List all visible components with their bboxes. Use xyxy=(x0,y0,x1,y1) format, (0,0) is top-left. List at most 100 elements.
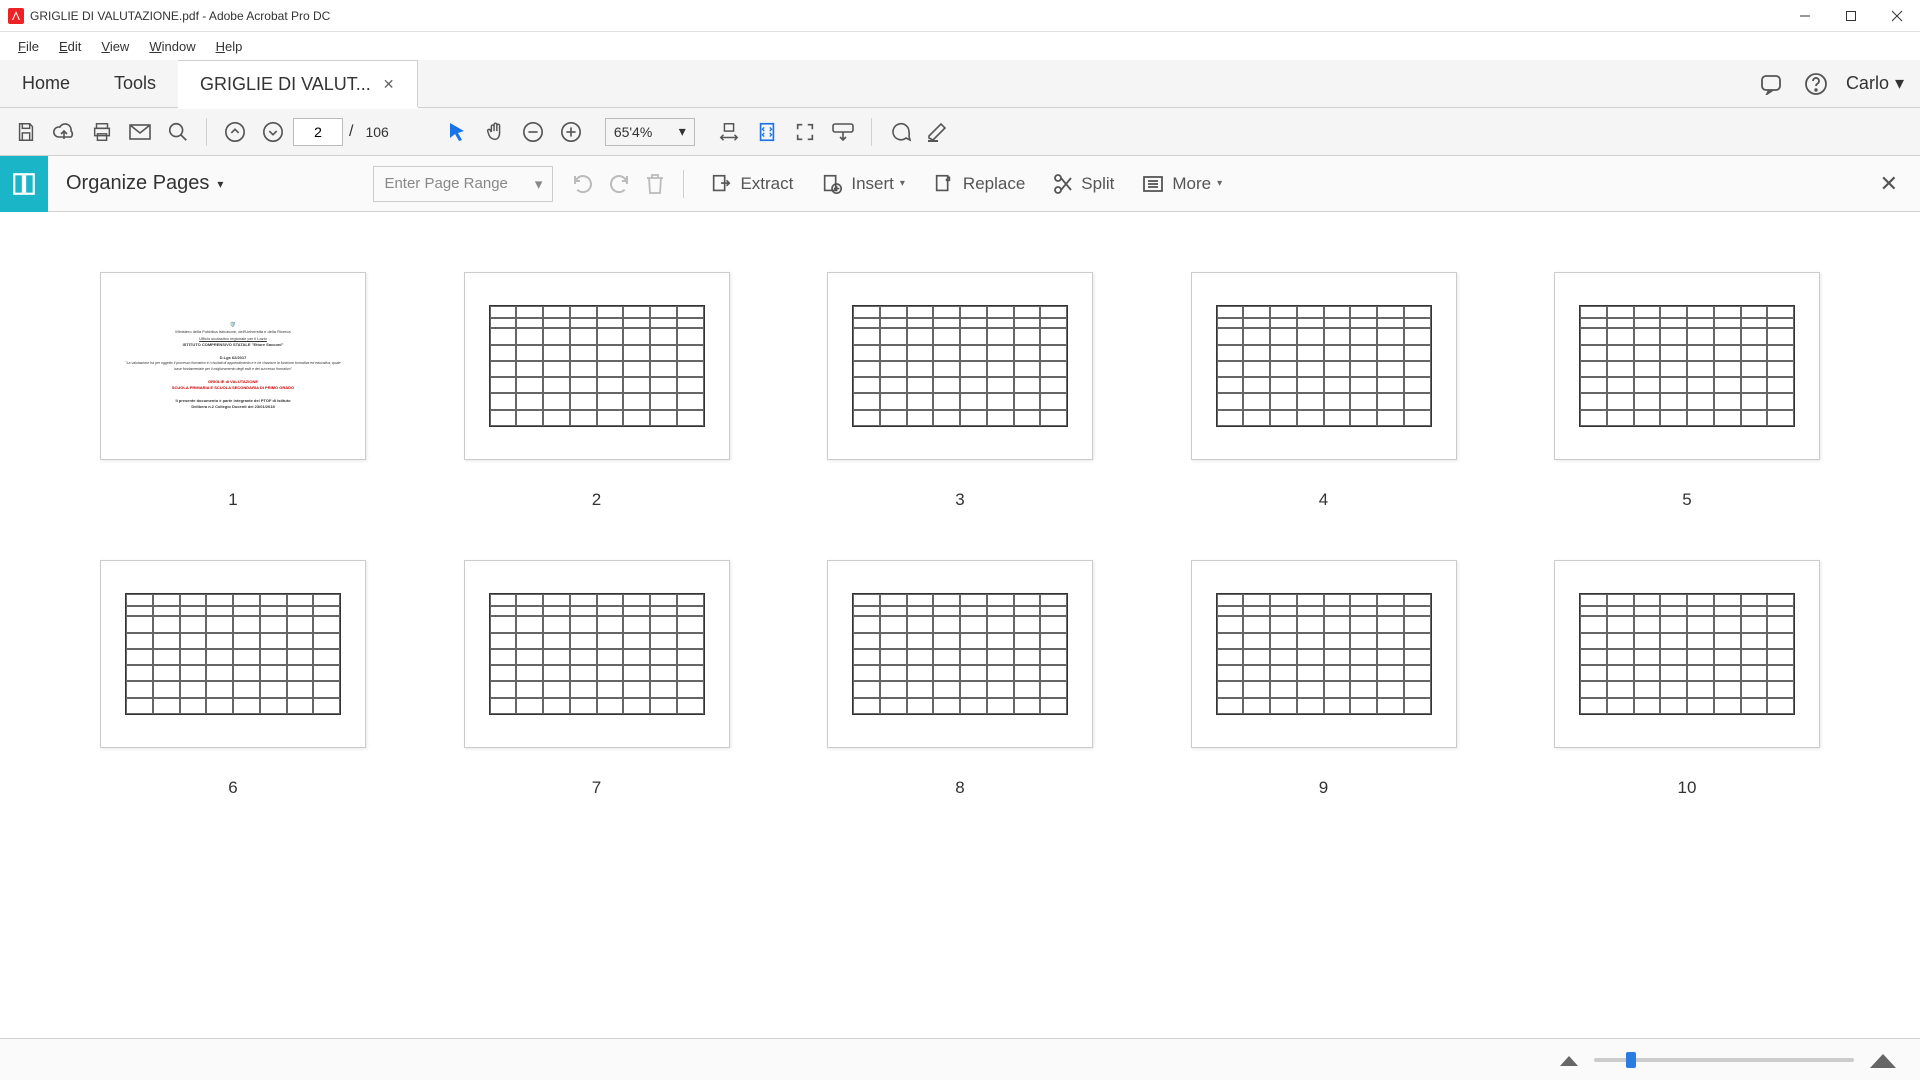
thumb-number: 7 xyxy=(592,778,601,798)
save-icon[interactable] xyxy=(8,114,44,150)
fit-width-icon[interactable] xyxy=(711,114,747,150)
print-icon[interactable] xyxy=(84,114,120,150)
thumb-cell: 9 xyxy=(1191,560,1457,798)
extract-label: Extract xyxy=(740,174,793,194)
insert-button[interactable]: Insert ▾ xyxy=(809,166,917,202)
page-range-input[interactable]: Enter Page Range ▾ xyxy=(373,166,553,202)
fit-page-icon[interactable] xyxy=(749,114,785,150)
maximize-button[interactable] xyxy=(1828,0,1874,32)
page-thumb-9[interactable] xyxy=(1191,560,1457,748)
page-grid-container: 🛡️ Ministero della Pubblica Istruzione, … xyxy=(0,212,1920,1038)
page-grid[interactable]: 🛡️ Ministero della Pubblica Istruzione, … xyxy=(0,212,1920,1038)
comment-icon[interactable] xyxy=(882,114,918,150)
tab-document[interactable]: GRIGLIE DI VALUT... ✕ xyxy=(178,60,417,107)
organize-title: Organize Pages xyxy=(66,172,209,195)
split-button[interactable]: Split xyxy=(1041,166,1126,202)
thumb-number: 6 xyxy=(228,778,237,798)
menu-window[interactable]: Window xyxy=(141,37,203,56)
page-number-input[interactable] xyxy=(293,118,343,146)
thumb-small-icon[interactable] xyxy=(1560,1054,1578,1066)
email-icon[interactable] xyxy=(122,114,158,150)
page-thumb-6[interactable] xyxy=(100,560,366,748)
more-button[interactable]: More ▾ xyxy=(1130,166,1234,202)
thumb-number: 3 xyxy=(955,490,964,510)
organize-title-dropdown[interactable]: Organize Pages ▾ xyxy=(66,172,223,195)
thumb-number: 9 xyxy=(1319,778,1328,798)
thumb-cell: 7 xyxy=(464,560,730,798)
statusbar xyxy=(0,1038,1920,1080)
window-title: GRIGLIE DI VALUTAZIONE.pdf - Adobe Acrob… xyxy=(30,9,1782,23)
thumb-number: 2 xyxy=(592,490,601,510)
rotate-right-icon[interactable] xyxy=(601,166,637,202)
toolbar: / 106 65'4% ▾ xyxy=(0,108,1920,156)
title-page-content: 🛡️ Ministero della Pubblica Istruzione, … xyxy=(125,321,341,410)
page-thumb-10[interactable] xyxy=(1554,560,1820,748)
thumb-cell: 6 xyxy=(100,560,366,798)
highlight-icon[interactable] xyxy=(920,114,956,150)
page-down-icon[interactable] xyxy=(255,114,291,150)
page-separator: / xyxy=(349,123,353,141)
page-thumb-4[interactable] xyxy=(1191,272,1457,460)
chevron-down-icon: ▾ xyxy=(1217,178,1222,189)
hand-tool-icon[interactable] xyxy=(477,114,513,150)
chevron-down-icon: ▾ xyxy=(900,178,905,189)
replace-button[interactable]: Replace xyxy=(921,166,1037,202)
search-icon[interactable] xyxy=(160,114,196,150)
user-name: Carlo xyxy=(1846,73,1889,94)
menu-help[interactable]: Help xyxy=(208,37,251,56)
extract-button[interactable]: Extract xyxy=(698,166,805,202)
thumb-number: 10 xyxy=(1678,778,1697,798)
page-thumb-8[interactable] xyxy=(827,560,1093,748)
page-thumb-7[interactable] xyxy=(464,560,730,748)
titlebar: GRIGLIE DI VALUTAZIONE.pdf - Adobe Acrob… xyxy=(0,0,1920,32)
page-up-icon[interactable] xyxy=(217,114,253,150)
fullscreen-icon[interactable] xyxy=(787,114,823,150)
tab-tools[interactable]: Tools xyxy=(92,60,178,107)
zoom-out-icon[interactable] xyxy=(515,114,551,150)
rotate-left-icon[interactable] xyxy=(565,166,601,202)
notifications-icon[interactable] xyxy=(1760,73,1786,95)
thumb-cell: 4 xyxy=(1191,272,1457,510)
page-range-placeholder: Enter Page Range xyxy=(384,175,507,192)
organize-toolbar: Organize Pages ▾ Enter Page Range ▾ Extr… xyxy=(0,156,1920,212)
tab-close-icon[interactable]: ✕ xyxy=(383,76,395,93)
thumb-large-icon[interactable] xyxy=(1870,1052,1896,1068)
selection-tool-icon[interactable] xyxy=(439,114,475,150)
page-thumb-1[interactable]: 🛡️ Ministero della Pubblica Istruzione, … xyxy=(100,272,366,460)
cloud-icon[interactable] xyxy=(46,114,82,150)
menu-edit[interactable]: Edit xyxy=(51,37,89,56)
help-icon[interactable] xyxy=(1804,72,1828,96)
menubar: File Edit View Window Help xyxy=(0,32,1920,60)
thumb-number: 1 xyxy=(228,490,237,510)
replace-label: Replace xyxy=(963,174,1025,194)
delete-icon[interactable] xyxy=(637,166,673,202)
page-thumb-2[interactable] xyxy=(464,272,730,460)
chevron-down-icon: ▾ xyxy=(679,123,686,140)
read-mode-icon[interactable] xyxy=(825,114,861,150)
organize-pages-icon[interactable] xyxy=(0,156,48,212)
thumb-cell: 3 xyxy=(827,272,1093,510)
slider-handle[interactable] xyxy=(1626,1052,1636,1068)
page-thumb-5[interactable] xyxy=(1554,272,1820,460)
close-button[interactable] xyxy=(1874,0,1920,32)
menu-view[interactable]: View xyxy=(93,37,137,56)
user-menu[interactable]: Carlo ▾ xyxy=(1846,73,1904,94)
tab-home[interactable]: Home xyxy=(0,60,92,107)
page-total: 106 xyxy=(365,124,388,140)
zoom-in-icon[interactable] xyxy=(553,114,589,150)
minimize-button[interactable] xyxy=(1782,0,1828,32)
zoom-select[interactable]: 65'4% ▾ xyxy=(605,118,695,146)
thumb-cell: 2 xyxy=(464,272,730,510)
thumb-size-slider[interactable] xyxy=(1594,1058,1854,1062)
tab-document-label: GRIGLIE DI VALUT... xyxy=(200,74,371,95)
chevron-down-icon: ▾ xyxy=(1895,73,1904,94)
insert-label: Insert xyxy=(851,174,894,194)
split-label: Split xyxy=(1081,174,1114,194)
app-icon xyxy=(8,8,24,24)
thumb-cell: 5 xyxy=(1554,272,1820,510)
chevron-down-icon: ▾ xyxy=(217,177,223,191)
thumb-cell: 10 xyxy=(1554,560,1820,798)
page-thumb-3[interactable] xyxy=(827,272,1093,460)
close-panel-icon[interactable]: ✕ xyxy=(1874,165,1904,203)
menu-file[interactable]: File xyxy=(10,37,47,56)
